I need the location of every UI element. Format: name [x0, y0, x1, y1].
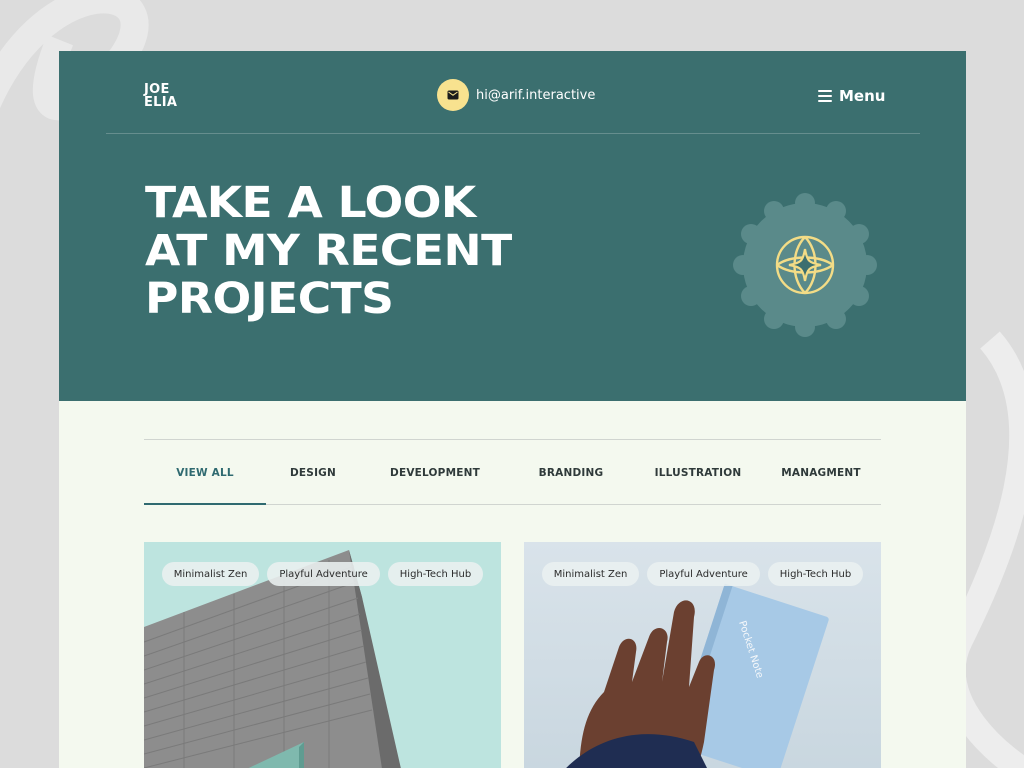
headline-line-1: TAKE A LOOK: [145, 178, 476, 228]
tag-minimalist-zen[interactable]: Minimalist Zen: [541, 562, 640, 586]
tab-managment[interactable]: MANAGMENT: [768, 440, 874, 505]
tab-view-all[interactable]: VIEW ALL: [144, 440, 266, 505]
tag-playful-adventure[interactable]: Playful Adventure: [267, 562, 380, 586]
tag-high-tech-hub[interactable]: High-Tech Hub: [767, 562, 864, 586]
hero-section: JOE ELIA hi@arif.interactive Menu TAKE A…: [59, 51, 966, 401]
tag-high-tech-hub[interactable]: High-Tech Hub: [387, 562, 484, 586]
email-address: hi@arif.interactive: [476, 87, 596, 103]
menu-button[interactable]: Menu: [818, 87, 885, 105]
tab-development[interactable]: DEVELOPMENT: [370, 440, 500, 505]
menu-label: Menu: [839, 87, 886, 105]
globe-sparkle-icon: [733, 193, 877, 337]
mail-icon: [437, 79, 469, 111]
tag-minimalist-zen[interactable]: Minimalist Zen: [161, 562, 260, 586]
tab-design[interactable]: DESIGN: [266, 440, 360, 505]
hamburger-icon: [818, 90, 832, 102]
card-tags: Minimalist Zen Playful Adventure High-Te…: [524, 562, 881, 586]
brand-logo[interactable]: JOE ELIA: [144, 83, 177, 109]
project-card[interactable]: Minimalist Zen Playful Adventure High-Te…: [144, 542, 501, 768]
tab-branding[interactable]: BRANDING: [516, 440, 626, 505]
card-tags: Minimalist Zen Playful Adventure High-Te…: [144, 562, 501, 586]
project-card[interactable]: Pocket Note Minimalist Zen Playful Adven…: [524, 542, 881, 768]
email-contact-link[interactable]: hi@arif.interactive: [437, 79, 595, 111]
headline-line-3: PROJECTS: [145, 274, 394, 324]
hero-headline: TAKE A LOOK AT MY RECENT PROJECTS: [145, 179, 512, 323]
tag-playful-adventure[interactable]: Playful Adventure: [647, 562, 760, 586]
tab-illustration[interactable]: ILLUSTRATION: [636, 440, 760, 505]
project-filter-tabs: VIEW ALL DESIGN DEVELOPMENT BRANDING ILL…: [144, 439, 881, 505]
page-frame: JOE ELIA hi@arif.interactive Menu TAKE A…: [59, 51, 966, 768]
active-tab-indicator: [144, 503, 266, 505]
headline-line-2: AT MY RECENT: [145, 226, 512, 276]
brand-line-2: ELIA: [144, 95, 178, 110]
header-divider: [106, 133, 920, 134]
